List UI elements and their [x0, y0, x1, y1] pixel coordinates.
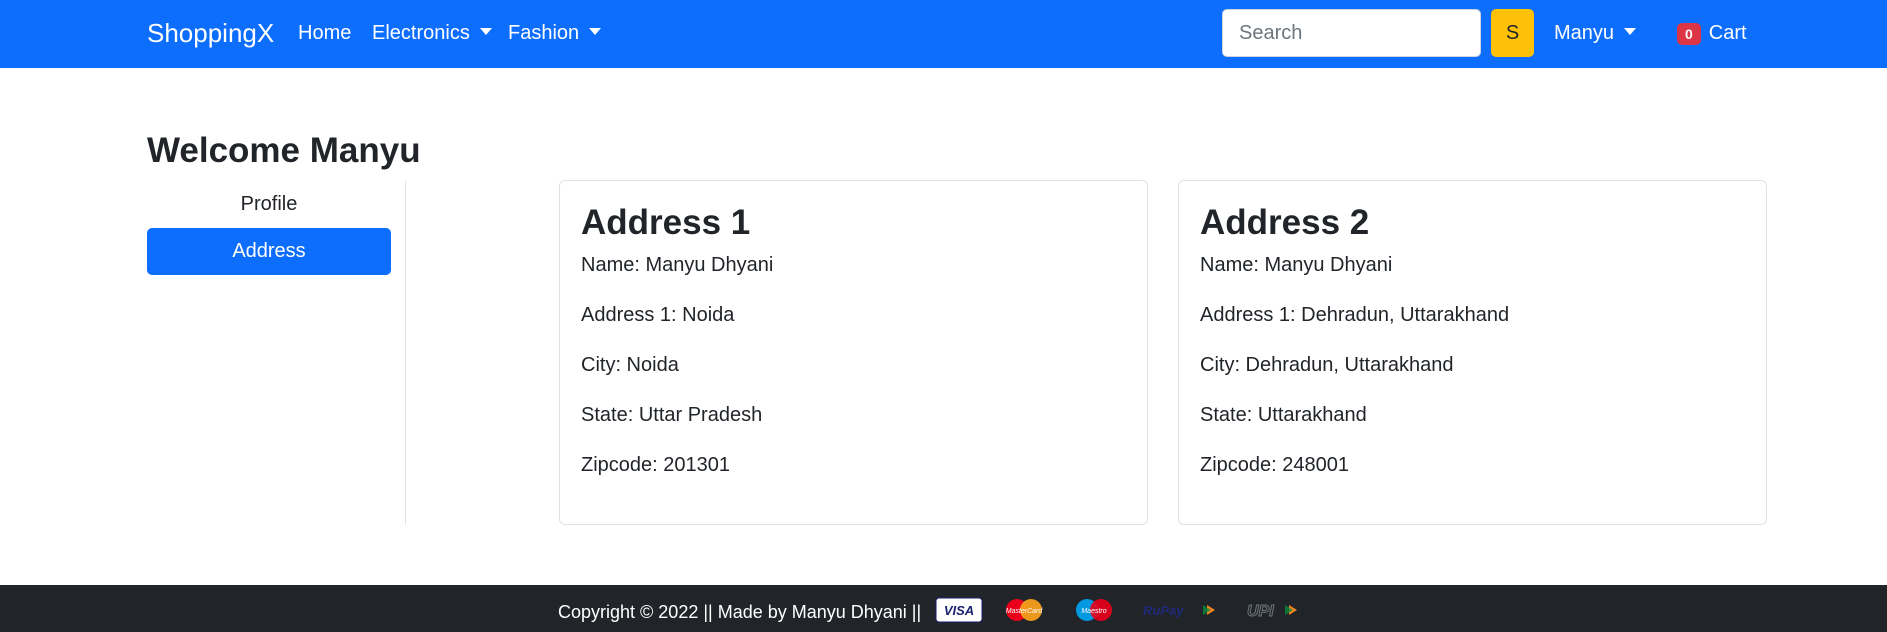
page-title: Welcome Manyu	[147, 131, 421, 170]
nav-home-link[interactable]: Home	[298, 22, 351, 45]
svg-text:UPI: UPI	[1247, 603, 1274, 620]
cart-label: Cart	[1708, 22, 1747, 44]
cart-link[interactable]: 0 Cart	[1677, 22, 1747, 45]
chevron-down-icon	[1624, 28, 1637, 35]
address-city: City: Dehradun, Uttarakhand	[1200, 354, 1454, 376]
address-state: State: Uttar Pradesh	[581, 404, 763, 426]
address-line: Address 1: Noida	[581, 304, 735, 326]
address-card-2: Address 2 Name: Manyu Dhyani Address 1: …	[1178, 180, 1767, 525]
address-line: Address 1: Dehradun, Uttarakhand	[1200, 304, 1510, 326]
sidebar: Profile Address	[147, 181, 406, 525]
address-zipcode: Zipcode: 201301	[581, 454, 731, 476]
svg-text:Maestro: Maestro	[1082, 608, 1107, 615]
nav-fashion-dropdown[interactable]: Fashion	[508, 22, 602, 45]
rupay-icon: RuPay	[1137, 597, 1223, 628]
nav-electronics-label: Electronics	[372, 22, 470, 44]
sidebar-item-address[interactable]: Address	[147, 228, 391, 275]
mastercard-icon: MasterCard	[997, 597, 1053, 628]
address-card-title: Address 1	[581, 203, 751, 242]
svg-text:VISA: VISA	[944, 603, 974, 618]
copyright-text: Copyright © 2022 || Made by Manyu Dhyani…	[558, 602, 922, 622]
search-button[interactable]: S	[1491, 9, 1534, 57]
user-menu-label: Manyu	[1554, 22, 1615, 44]
address-zipcode: Zipcode: 248001	[1200, 454, 1350, 476]
chevron-down-icon	[479, 28, 492, 35]
address-name: Name: Manyu Dhyani	[581, 254, 774, 276]
address-card-1: Address 1 Name: Manyu Dhyani Address 1: …	[559, 180, 1148, 525]
address-city: City: Noida	[581, 354, 679, 376]
footer: Copyright © 2022 || Made by Manyu Dhyani…	[0, 585, 1887, 632]
navbar: ShoppingX Home Electronics Fashion S Man…	[0, 0, 1887, 68]
sidebar-item-profile[interactable]: Profile	[147, 181, 391, 228]
upi-icon: UPI	[1237, 597, 1317, 628]
address-name: Name: Manyu Dhyani	[1200, 254, 1393, 276]
user-menu-dropdown[interactable]: Manyu	[1554, 22, 1637, 45]
nav-electronics-dropdown[interactable]: Electronics	[372, 22, 492, 45]
chevron-down-icon	[589, 28, 602, 35]
nav-fashion-label: Fashion	[508, 22, 580, 44]
maestro-icon: Maestro	[1067, 597, 1123, 628]
address-card-title: Address 2	[1200, 203, 1370, 242]
brand-logo[interactable]: ShoppingX	[147, 18, 274, 49]
svg-text:MasterCard: MasterCard	[1006, 608, 1044, 615]
cart-count-badge: 0	[1677, 22, 1701, 45]
svg-text:RuPay: RuPay	[1143, 603, 1184, 618]
search-input[interactable]	[1222, 9, 1481, 57]
visa-icon: VISA	[935, 597, 983, 628]
address-state: State: Uttarakhand	[1200, 404, 1367, 426]
